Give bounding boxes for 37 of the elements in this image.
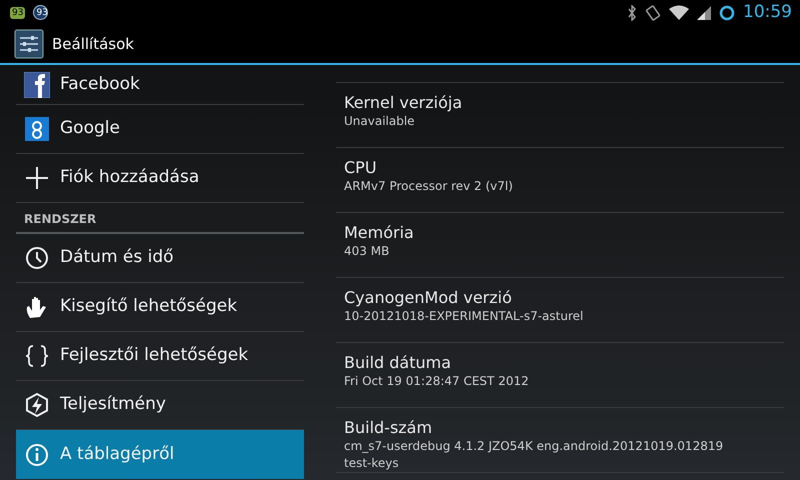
braces-icon: [24, 343, 50, 369]
settings-item[interactable]: Fiók hozzáadása: [16, 154, 304, 203]
detail-title: Build dátuma: [344, 353, 452, 373]
detail-title: Kernel verziója: [344, 93, 464, 113]
detail-value: cm_s7-userdebug 4.1.2 JZO54K eng.android.20121019.012819: [344, 438, 724, 455]
detail-value: ARMv7 Processor rev 2 (v7l): [344, 178, 514, 195]
battery-notification-icon: 93: [10, 6, 26, 18]
section-header: RENDSZER: [16, 203, 304, 234]
wifi-icon: [669, 4, 689, 20]
detail-title: Memória: [344, 223, 415, 243]
detail-value: Fri Oct 19 01:28:47 CEST 2012: [344, 373, 530, 390]
detail-value: test-keys: [344, 455, 400, 472]
detail-value: 10-20121018-EXPERIMENTAL-s7-asturel: [344, 308, 584, 325]
plus-icon: [24, 165, 50, 191]
settings-icon: [14, 29, 44, 59]
settings-item[interactable]: Dátum és idő: [16, 234, 304, 283]
detail-value: Unavailable: [344, 113, 416, 130]
settings-item[interactable]: Google: [16, 105, 304, 154]
sync-icon: [719, 4, 735, 20]
signal-icon: [697, 4, 711, 20]
rotation-icon: [645, 4, 661, 20]
status-time: 10:59: [743, 0, 792, 24]
settings-item[interactable]: Facebook: [16, 65, 304, 105]
bolt-icon: [24, 392, 50, 418]
settings-item[interactable]: A táblagépről: [16, 430, 304, 479]
info-icon: [24, 442, 50, 468]
app-title: Beállítások: [52, 34, 134, 55]
clock-icon: [24, 245, 50, 271]
settings-item[interactable]: Kisegítő lehetőségek: [16, 283, 304, 332]
detail-title: CyanogenMod verzió: [344, 288, 513, 308]
settings-item[interactable]: Fejlesztői lehetőségek: [16, 332, 304, 381]
detail-value: 403 MB: [344, 243, 390, 260]
detail-title: CPU: [344, 158, 378, 178]
bluetooth-icon: [627, 4, 637, 20]
google-icon: [24, 116, 50, 142]
facebook-icon: [24, 72, 50, 98]
detail-title: Build-szám: [344, 418, 434, 438]
